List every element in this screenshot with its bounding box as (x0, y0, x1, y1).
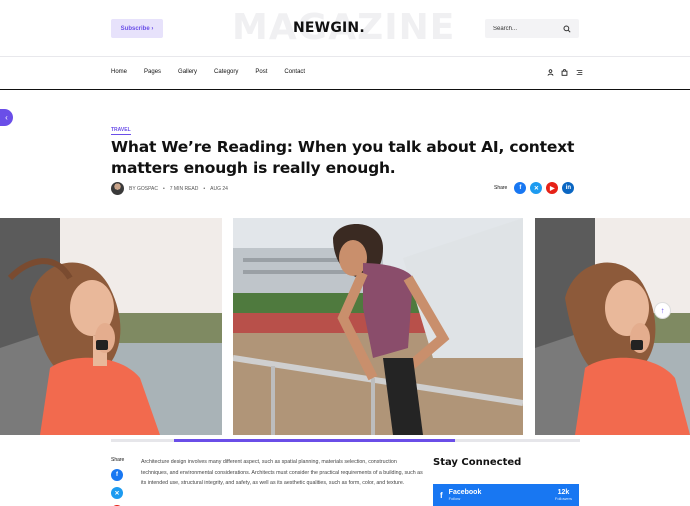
facebook-count-label: Followers (554, 496, 572, 501)
article-meta: BY GOSPAC • 7 MIN READ • AUG 24 (111, 182, 228, 195)
nav-item-home[interactable]: Home (111, 69, 127, 75)
nav-item-post[interactable]: Post (255, 69, 267, 75)
gallery-photo-woman-wind-repeat[interactable] (535, 218, 690, 435)
search-icon[interactable] (563, 24, 571, 33)
share-bar: Share f ✕ ▶ in (494, 182, 575, 194)
x-twitter-icon: ✕ (533, 185, 539, 192)
linkedin-icon: in (565, 185, 572, 191)
facebook-name: Facebook (448, 489, 482, 496)
facebook-share-button[interactable]: f (514, 182, 527, 194)
facebook-sub: Follow (448, 496, 461, 501)
share-label: Share (494, 185, 508, 191)
side-share-label: Share (111, 457, 125, 463)
stay-connected-heading: Stay Connected (433, 457, 522, 468)
article-body-text: Architecture design involves many differ… (141, 459, 423, 486)
image-gallery[interactable] (0, 218, 690, 435)
author-avatar[interactable] (111, 182, 124, 195)
x-twitter-icon: ✕ (114, 490, 120, 497)
youtube-share-button[interactable]: ▶ (546, 182, 559, 194)
menu-icon[interactable] (575, 69, 584, 76)
gallery-progress-bar[interactable] (111, 439, 580, 442)
side-share-bar: Share f ✕ ▶ (111, 457, 124, 506)
twitter-share-button[interactable]: ✕ (530, 182, 543, 194)
facebook-follow-card[interactable]: f Facebook Follow 12k Followers (433, 484, 579, 506)
gallery-progress-fill (174, 439, 456, 442)
user-icon[interactable] (547, 69, 554, 76)
chevron-left-icon: ‹ (5, 113, 8, 122)
side-drawer-toggle[interactable]: ‹ (0, 109, 13, 126)
arrow-up-icon: ↑ (660, 306, 665, 315)
nav-item-pages[interactable]: Pages (144, 69, 161, 75)
side-facebook-button[interactable]: f (111, 469, 123, 481)
author-name[interactable]: BY GOSPAC (129, 186, 158, 192)
facebook-icon: f (116, 472, 118, 478)
search-input[interactable] (493, 25, 563, 32)
meta-separator: • (203, 185, 206, 192)
cart-icon[interactable] (561, 69, 568, 76)
gallery-photo-woman-stadium[interactable] (233, 218, 523, 435)
youtube-icon: ▶ (550, 185, 555, 192)
main-nav: Home Pages Gallery Category Post Contact (0, 58, 690, 90)
scroll-to-top-button[interactable]: ↑ (654, 302, 671, 319)
nav-item-contact[interactable]: Contact (284, 69, 305, 75)
search-box[interactable] (485, 19, 579, 38)
meta-separator: • (163, 185, 165, 192)
site-logo[interactable]: NEWGIN. (293, 20, 365, 36)
article-title: What We’re Reading: When you talk about … (111, 138, 575, 177)
site-header: Subscribe › MAGAZINE NEWGIN. (0, 0, 690, 57)
facebook-icon: f (440, 490, 443, 500)
publish-date: AUG 24 (210, 185, 228, 192)
facebook-count: 12k (557, 489, 570, 496)
gallery-photo-woman-wind[interactable] (0, 218, 222, 435)
nav-item-category[interactable]: Category (214, 69, 238, 75)
subscribe-button[interactable]: Subscribe › (111, 19, 163, 38)
read-time: 7 MIN READ (169, 185, 199, 192)
nav-item-gallery[interactable]: Gallery (178, 69, 197, 75)
side-twitter-button[interactable]: ✕ (111, 487, 123, 499)
facebook-icon: f (519, 185, 522, 191)
category-tag[interactable]: TRAVEL (111, 127, 131, 135)
linkedin-share-button[interactable]: in (562, 182, 575, 194)
